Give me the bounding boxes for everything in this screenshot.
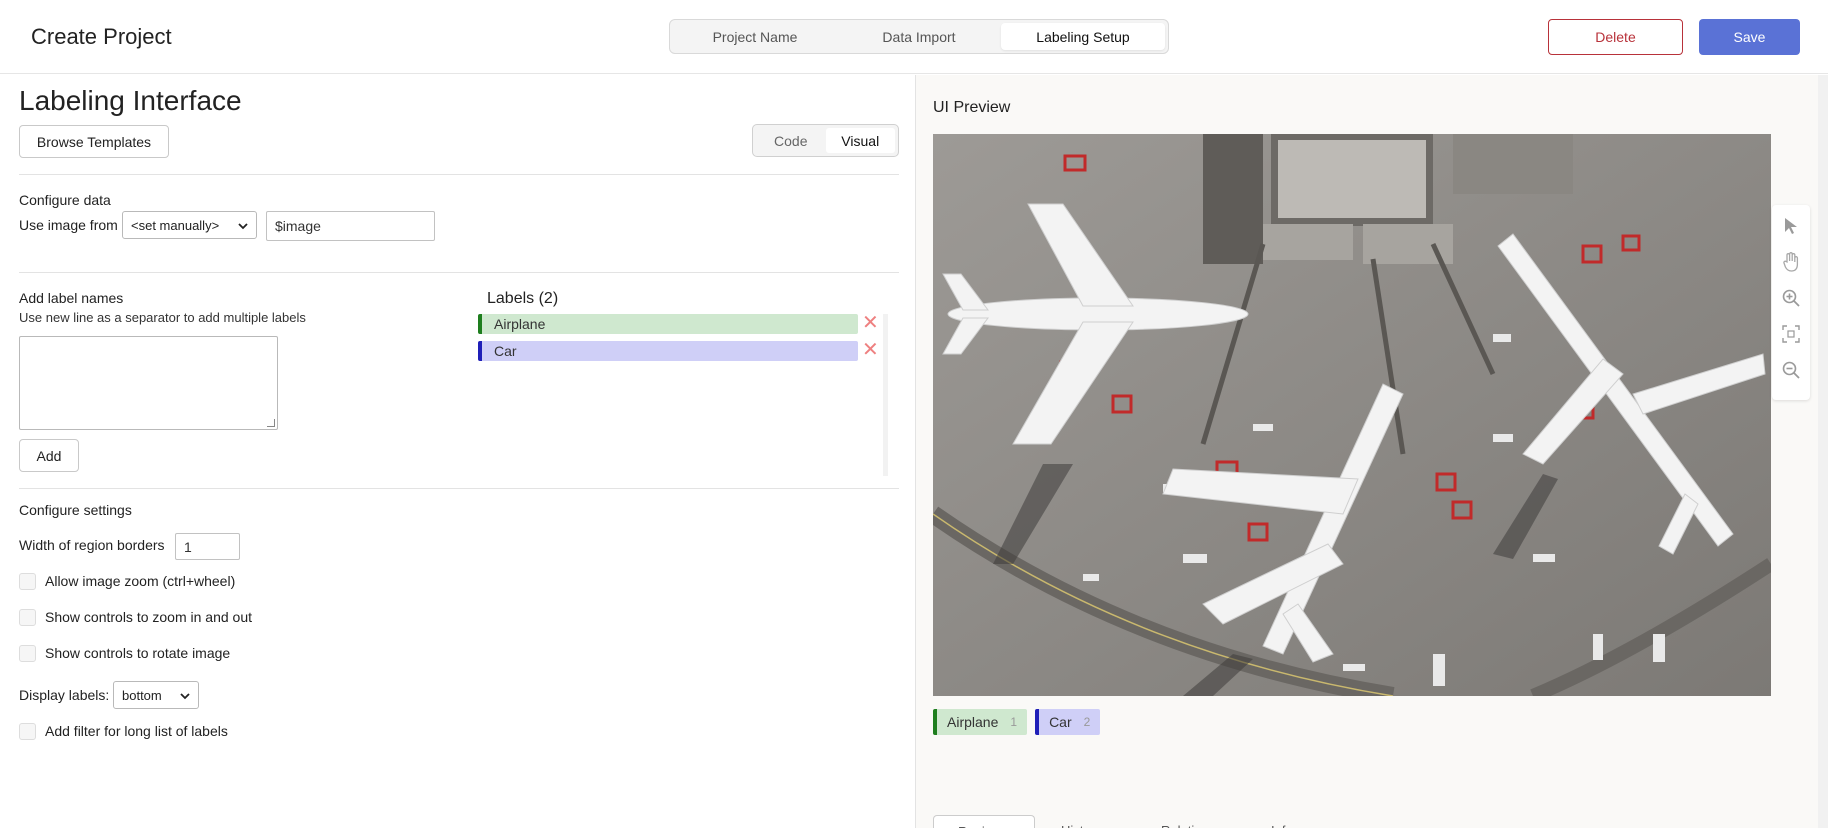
tab-regions[interactable]: Regions [933, 815, 1035, 828]
zoom-checkbox-label: Allow image zoom (ctrl+wheel) [45, 573, 236, 589]
preview-image[interactable] [933, 134, 1771, 696]
ui-preview-pane: UI Preview Airplane 1 Car 2 [915, 75, 1828, 828]
zoom-controls-checkbox-row[interactable]: Show controls to zoom in and out [19, 607, 252, 627]
airport-aerial-image [933, 134, 1771, 696]
labels-count-title: Labels (2) [487, 290, 559, 307]
image-variable-input[interactable]: $image [266, 211, 435, 241]
browse-templates-button[interactable]: Browse Templates [19, 125, 169, 158]
tab-history[interactable]: History [1061, 815, 1141, 828]
delete-button[interactable]: Delete [1548, 19, 1683, 55]
hand-icon[interactable] [1780, 251, 1802, 273]
ui-preview-title: UI Preview [933, 99, 1011, 116]
preview-label-name: Car [1049, 714, 1072, 730]
labels-list: Airplane ✕ Car ✕ [478, 312, 888, 476]
configure-data-heading: Configure data [19, 192, 111, 208]
use-image-from-label: Use image from [19, 217, 118, 233]
label-item: Airplane ✕ [478, 312, 879, 334]
rotate-checkbox-label: Show controls to rotate image [45, 645, 231, 661]
image-source-value: <set manually> [131, 217, 220, 233]
remove-label-icon[interactable]: ✕ [862, 339, 879, 361]
labeling-interface-title: Labeling Interface [19, 85, 242, 116]
checkbox[interactable] [19, 722, 36, 740]
image-tools-toolbar [1772, 205, 1810, 400]
image-source-select[interactable]: <set manually> [122, 211, 257, 239]
bottom-tabs: Regions History Relations Info [933, 815, 1813, 828]
border-width-label: Width of region borders [19, 537, 165, 553]
label-names-textarea[interactable] [19, 336, 278, 430]
hotkey-badge: 1 [1010, 715, 1018, 729]
tab-info[interactable]: Info [1271, 815, 1331, 828]
display-labels-label: Display labels: [19, 687, 110, 703]
fit-icon[interactable] [1780, 323, 1802, 345]
checkbox[interactable] [19, 644, 36, 662]
add-label-hint: Use new line as a separator to add multi… [19, 310, 306, 325]
top-header: Create Project Project Name Data Import … [0, 0, 1828, 74]
preview-label-name: Airplane [947, 714, 999, 730]
scrollbar[interactable] [1818, 75, 1828, 828]
zoom-checkbox-row[interactable]: Allow image zoom (ctrl+wheel) [19, 571, 235, 591]
zoom-in-icon[interactable] [1780, 287, 1802, 309]
wizard-steps: Project Name Data Import Labeling Setup [669, 19, 1169, 54]
resize-grip-icon[interactable] [267, 419, 275, 427]
step-labeling-setup[interactable]: Labeling Setup [1001, 23, 1165, 50]
checkbox[interactable] [19, 608, 36, 626]
save-button[interactable]: Save [1699, 19, 1800, 55]
divider [19, 174, 899, 175]
divider [19, 272, 899, 273]
configure-settings-heading: Configure settings [19, 502, 132, 518]
label-chip-airplane[interactable]: Airplane [478, 314, 858, 334]
checkbox[interactable] [19, 572, 36, 590]
add-label-names-heading: Add label names [19, 290, 124, 306]
filter-checkbox-label: Add filter for long list of labels [45, 723, 228, 739]
add-labels-button[interactable]: Add [19, 439, 79, 472]
chevron-down-icon [180, 688, 190, 703]
zoom-out-icon[interactable] [1780, 359, 1802, 381]
remove-label-icon[interactable]: ✕ [862, 312, 879, 334]
display-labels-select[interactable]: bottom [113, 681, 199, 709]
step-project-name[interactable]: Project Name [673, 23, 837, 50]
zoom-controls-checkbox-label: Show controls to zoom in and out [45, 609, 253, 625]
rotate-checkbox-row[interactable]: Show controls to rotate image [19, 643, 230, 663]
preview-label-car[interactable]: Car 2 [1035, 709, 1101, 735]
labeling-config-pane: Labeling Interface Browse Templates Code… [0, 75, 915, 828]
border-width-input[interactable]: 1 [175, 533, 240, 560]
label-chip-car[interactable]: Car [478, 341, 858, 361]
toggle-visual[interactable]: Visual [825, 128, 895, 153]
toggle-code[interactable]: Code [756, 128, 826, 153]
divider [19, 488, 899, 489]
code-visual-toggle: Code Visual [752, 124, 899, 157]
tab-relations[interactable]: Relations [1161, 815, 1241, 828]
preview-label-airplane[interactable]: Airplane 1 [933, 709, 1028, 735]
label-item: Car ✕ [478, 339, 879, 361]
hotkey-badge: 2 [1083, 715, 1091, 729]
preview-labels: Airplane 1 Car 2 [933, 709, 1101, 735]
page-title: Create Project [31, 24, 172, 49]
filter-checkbox-row[interactable]: Add filter for long list of labels [19, 721, 228, 741]
display-labels-value: bottom [122, 687, 162, 703]
chevron-down-icon [238, 218, 248, 233]
pointer-icon[interactable] [1780, 215, 1802, 237]
step-data-import[interactable]: Data Import [837, 23, 1001, 50]
